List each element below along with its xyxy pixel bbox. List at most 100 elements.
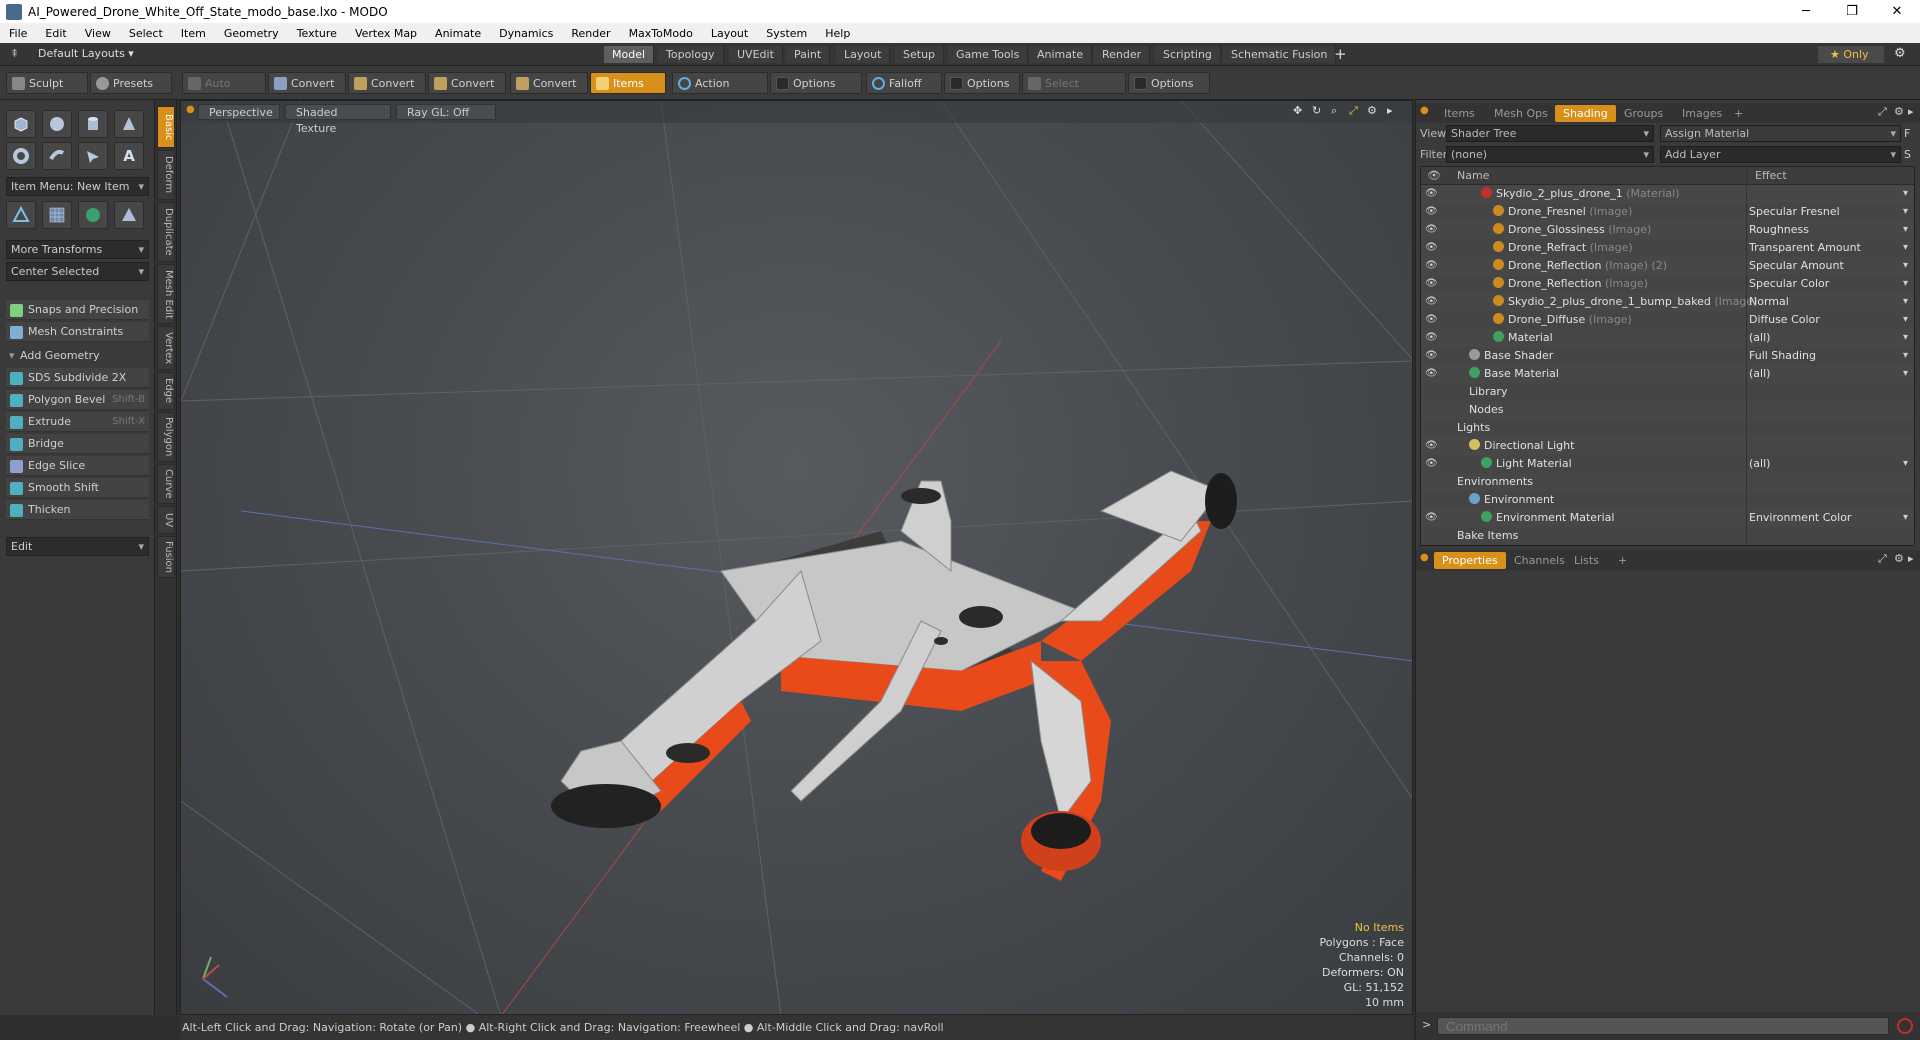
visibility-eye-icon[interactable]: 👁 bbox=[1425, 224, 1438, 236]
3d-viewport[interactable]: ● Perspective Shaded Texture Ray GL: Off… bbox=[180, 100, 1413, 1015]
convert-materials-button[interactable]: Convert bbox=[510, 72, 588, 94]
shader-tree-row[interactable]: 👁 Drone_Refract (Image) Transparent Amount… bbox=[1421, 239, 1914, 257]
transform-icon[interactable] bbox=[6, 201, 36, 229]
shader-tree-row[interactable]: 👁 Drone_Diffuse (Image) Diffuse Color ▾ bbox=[1421, 311, 1914, 329]
torus-icon[interactable] bbox=[6, 142, 36, 170]
menu-vertex-map[interactable]: Vertex Map bbox=[346, 27, 426, 40]
visibility-eye-icon[interactable]: 👁 bbox=[1425, 314, 1438, 326]
effect-dropdown-icon[interactable]: ▾ bbox=[1903, 509, 1908, 527]
text-icon[interactable]: A bbox=[114, 142, 144, 170]
shader-item-effect[interactable]: Specular Fresnel bbox=[1749, 203, 1840, 221]
menu-dynamics[interactable]: Dynamics bbox=[490, 27, 562, 40]
effect-dropdown-icon[interactable]: ▾ bbox=[1903, 311, 1908, 329]
shader-item-effect[interactable]: (all) bbox=[1749, 365, 1770, 383]
properties-gear-icon[interactable]: ⚙ bbox=[1894, 552, 1904, 565]
convert-polygons-button[interactable]: Convert bbox=[428, 72, 506, 94]
sds-subdivide-button[interactable]: SDS Subdivide 2X bbox=[6, 368, 149, 388]
shader-tree-row[interactable]: Nodes bbox=[1421, 401, 1914, 419]
add-panel-tab-button[interactable]: + bbox=[1726, 105, 1751, 122]
tab-channels[interactable]: Channels bbox=[1506, 552, 1573, 569]
menu-texture[interactable]: Texture bbox=[288, 27, 346, 40]
shaded-texture-button[interactable]: Shaded Texture bbox=[285, 104, 391, 135]
move-view-icon[interactable]: ✥ bbox=[1293, 104, 1302, 117]
menu-help[interactable]: Help bbox=[816, 27, 859, 40]
items-mode-button[interactable]: Items bbox=[590, 72, 666, 94]
shader-item-effect[interactable]: (all) bbox=[1749, 455, 1770, 473]
vtab-fusion[interactable]: Fusion bbox=[157, 536, 175, 578]
snaps-precision-button[interactable]: Snaps and Precision bbox=[6, 300, 149, 320]
gear-icon[interactable]: ⚙ bbox=[1894, 46, 1906, 61]
tab-topology[interactable]: Topology bbox=[658, 46, 724, 63]
fit-view-icon[interactable]: ⤢ bbox=[1349, 104, 1358, 118]
globe-icon[interactable] bbox=[78, 201, 108, 229]
grid-icon[interactable] bbox=[42, 201, 72, 229]
presets-button[interactable]: Presets F6 bbox=[90, 72, 172, 112]
visibility-eye-icon[interactable]: 👁 bbox=[1425, 188, 1438, 200]
shader-tree-row[interactable]: 👁 Material (all) ▾ bbox=[1421, 329, 1914, 347]
select-through-button[interactable]: Select Through bbox=[1022, 72, 1126, 112]
ray-gl-button[interactable]: Ray GL: Off bbox=[396, 104, 496, 120]
item-menu-dropdown[interactable]: Item Menu: New Item bbox=[6, 177, 149, 196]
menu-select[interactable]: Select bbox=[120, 27, 172, 40]
assign-material-button[interactable]: Assign Material bbox=[1660, 125, 1901, 142]
shader-tree-row[interactable]: 👁 Skydio_2_plus_drone_1 (Material) ▾ bbox=[1421, 185, 1914, 203]
vtab-vertex[interactable]: Vertex bbox=[157, 326, 175, 370]
action-center-button[interactable]: Action Center bbox=[672, 72, 768, 112]
cube-icon[interactable] bbox=[6, 110, 36, 138]
edge-slice-button[interactable]: Edge Slice bbox=[6, 456, 149, 476]
add-tab-button[interactable]: + bbox=[1334, 45, 1347, 63]
shader-tree-row[interactable]: Bake Items bbox=[1421, 527, 1914, 545]
shader-item-effect[interactable]: Normal bbox=[1749, 293, 1789, 311]
viewport-settings-icon[interactable]: ⚙ bbox=[1367, 104, 1377, 117]
tab-properties[interactable]: Properties bbox=[1434, 552, 1506, 569]
shader-tree-row[interactable]: 👁 Drone_Glossiness (Image) Roughness ▾ bbox=[1421, 221, 1914, 239]
effect-dropdown-icon[interactable]: ▾ bbox=[1903, 185, 1908, 203]
shader-tree-row[interactable]: 👁 Drone_Reflection (Image) Specular Color ▾ bbox=[1421, 275, 1914, 293]
view-dropdown[interactable]: Shader Tree bbox=[1446, 125, 1654, 142]
panel-gear-icon[interactable]: ⚙ bbox=[1894, 105, 1904, 118]
menu-item[interactable]: Item bbox=[172, 27, 215, 40]
close-button[interactable]: ✕ bbox=[1874, 0, 1920, 23]
shader-item-effect[interactable]: Environment Color bbox=[1749, 509, 1851, 527]
polygon-bevel-button[interactable]: Polygon Bevel Shift-B bbox=[6, 390, 149, 410]
visibility-eye-icon[interactable]: 👁 bbox=[1425, 278, 1438, 290]
effect-dropdown-icon[interactable]: ▾ bbox=[1903, 275, 1908, 293]
shader-tree-row[interactable]: Library bbox=[1421, 383, 1914, 401]
tab-scripting[interactable]: Scripting bbox=[1155, 46, 1221, 63]
thicken-button[interactable]: Thicken bbox=[6, 500, 149, 520]
visibility-eye-icon[interactable]: 👁 bbox=[1425, 350, 1438, 362]
effect-dropdown-icon[interactable]: ▾ bbox=[1903, 221, 1908, 239]
convert-vertices-button[interactable]: Convert bbox=[268, 72, 346, 94]
menu-render[interactable]: Render bbox=[562, 27, 619, 40]
default-layouts-dropdown[interactable]: Default Layouts ▾ bbox=[38, 47, 134, 60]
visibility-eye-icon[interactable]: 👁 bbox=[1425, 260, 1438, 272]
shader-tree-row[interactable]: Environments bbox=[1421, 473, 1914, 491]
falloff-button[interactable]: Falloff bbox=[866, 72, 942, 94]
tab-layout[interactable]: Layout bbox=[836, 46, 891, 63]
visibility-eye-icon[interactable]: 👁 bbox=[1425, 458, 1438, 470]
viewport-menu-icon[interactable]: ● bbox=[186, 104, 195, 115]
add-layer-dropdown[interactable]: Add Layer bbox=[1660, 146, 1901, 163]
bridge-button[interactable]: Bridge bbox=[6, 434, 149, 454]
vtab-basic[interactable]: Basic bbox=[157, 106, 175, 148]
effect-dropdown-icon[interactable]: ▾ bbox=[1903, 257, 1908, 275]
sphere-icon[interactable] bbox=[42, 110, 72, 138]
vtab-duplicate[interactable]: Duplicate bbox=[157, 202, 175, 262]
effect-dropdown-icon[interactable]: ▾ bbox=[1903, 239, 1908, 257]
tab-game-tools[interactable]: Game Tools bbox=[948, 46, 1029, 63]
cone-icon[interactable] bbox=[114, 110, 144, 138]
pen-icon[interactable] bbox=[78, 142, 108, 170]
only-toggle[interactable]: ★ Only bbox=[1818, 46, 1884, 63]
tab-uvedit[interactable]: UVEdit bbox=[729, 46, 783, 63]
menu-geometry[interactable]: Geometry bbox=[215, 27, 288, 40]
select-options-button[interactable]: Options bbox=[1128, 72, 1210, 94]
vtab-mesh-edit[interactable]: Mesh Edit bbox=[157, 264, 175, 324]
convert-edges-button[interactable]: Convert bbox=[348, 72, 426, 94]
cylinder-icon[interactable] bbox=[78, 110, 108, 138]
rotate-view-icon[interactable]: ↻ bbox=[1312, 104, 1321, 117]
edit-dropdown[interactable]: Edit bbox=[6, 537, 149, 556]
effect-dropdown-icon[interactable]: ▾ bbox=[1903, 455, 1908, 473]
tab-schematic-fusion[interactable]: Schematic Fusion bbox=[1223, 46, 1337, 63]
effect-dropdown-icon[interactable]: ▾ bbox=[1903, 203, 1908, 221]
tab-animate[interactable]: Animate bbox=[1029, 46, 1093, 63]
